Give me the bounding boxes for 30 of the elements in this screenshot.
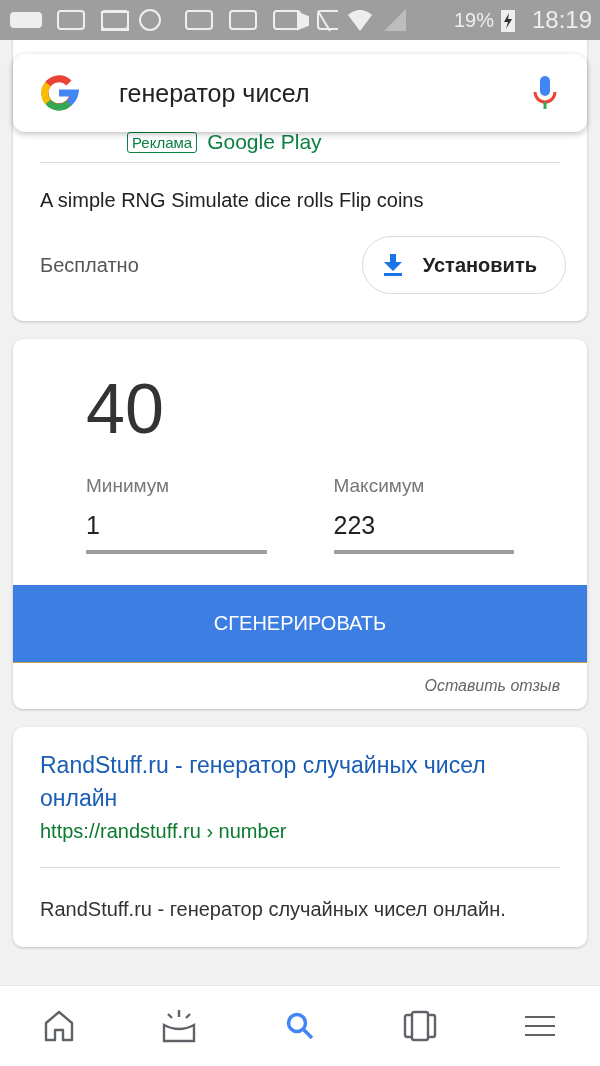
microphone-icon[interactable] [533, 76, 557, 110]
generate-button[interactable]: СГЕНЕРИРОВАТЬ [13, 585, 587, 663]
search-icon [285, 1011, 315, 1041]
search-query: генератор чисел [119, 78, 311, 108]
google-g-icon [39, 73, 79, 113]
battery-charging-icon [499, 7, 516, 33]
signal-icon [382, 7, 408, 33]
minimum-label: Минимум [86, 475, 171, 497]
search-bar[interactable]: генератор чисел [13, 54, 587, 132]
result-title-link[interactable]: RandStuff.ru - генератор случайных чисел онлайн [40, 749, 560, 815]
ad-source[interactable]: Google Play [207, 130, 322, 154]
menu-icon [524, 1015, 557, 1037]
price-label: Бесплатно [40, 253, 139, 277]
install-button[interactable]: Установить [361, 236, 566, 294]
feedback-link[interactable]: Оставить отзыв [424, 677, 560, 695]
download-icon [382, 254, 403, 276]
result-url: https://randstuff.ru › number [40, 820, 288, 843]
wifi-icon [346, 7, 374, 33]
random-number: 40 [85, 369, 165, 449]
maximum-label: Максимум [333, 475, 426, 497]
minimum-field[interactable]: 1 [86, 497, 267, 554]
battery-percentage: 19% [453, 8, 494, 32]
maximum-field[interactable]: 223 [333, 497, 514, 554]
tray-sparkle-icon [161, 1009, 198, 1043]
home-icon [43, 1010, 74, 1042]
clock: 18:19 [531, 6, 592, 34]
ad-label: Реклама [127, 131, 198, 153]
ad-description: A simple RNG Simulate dice rolls Flip coins [40, 189, 425, 212]
result-snippet: RandStuff.ru - генератор случайных чисел онлайн. [40, 897, 507, 922]
tabs-icon [402, 1010, 437, 1042]
